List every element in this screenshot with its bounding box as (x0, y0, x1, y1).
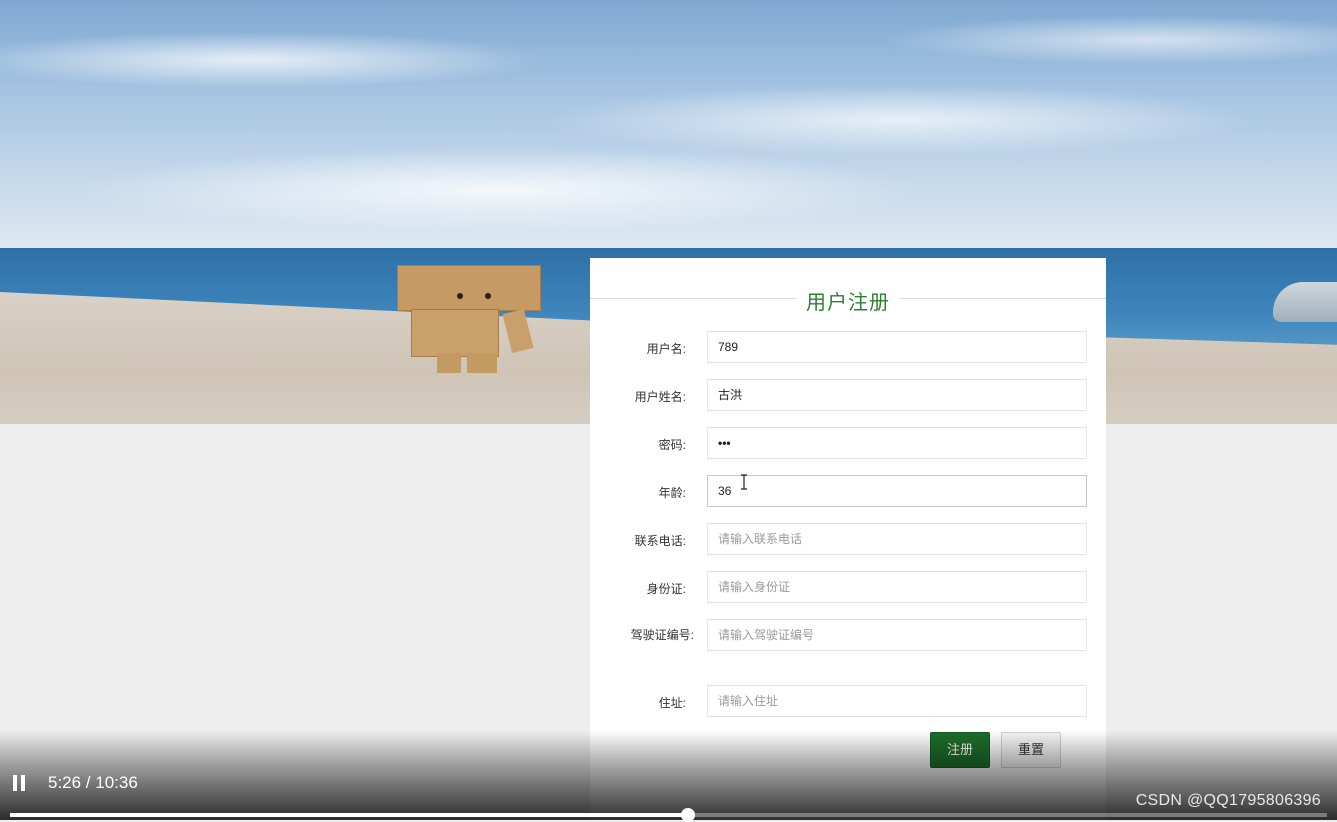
time-display: 5:26 / 10:36 (48, 773, 138, 792)
field-row-license: 驾驶证编号: 请输入驾驶证编号 (590, 619, 1106, 653)
password-input[interactable]: ••• (707, 427, 1087, 459)
field-row-realname: 用户姓名: 古洪 (590, 379, 1106, 413)
realname-input[interactable]: 古洪 (707, 379, 1087, 411)
password-label: 密码: (658, 438, 686, 452)
watermark: CSDN @QQ1795806396 (1135, 792, 1321, 809)
realname-label: 用户姓名: (634, 390, 686, 404)
username-input[interactable]: 789 (707, 331, 1087, 363)
form-title: 用户注册 (796, 292, 900, 314)
sky (0, 0, 1337, 250)
field-row-age: 年龄: 36 (590, 475, 1106, 509)
field-row-password: 密码: ••• (590, 427, 1106, 461)
idcard-input[interactable]: 请输入身份证 (707, 571, 1087, 603)
address-input[interactable]: 请输入住址 (707, 685, 1087, 717)
phone-label: 联系电话: (634, 534, 686, 548)
text-cursor-icon (741, 474, 747, 490)
form-legend: 用户注册 (590, 286, 1106, 314)
field-row-username: 用户名: 789 (590, 331, 1106, 365)
idcard-label: 身份证: (646, 582, 686, 596)
progress-fill (10, 813, 688, 817)
age-label: 年龄: (658, 486, 686, 500)
progress-track[interactable] (10, 813, 1327, 817)
pause-icon[interactable] (12, 775, 26, 791)
address-label: 住址: (658, 696, 686, 710)
field-row-phone: 联系电话: 请输入联系电话 (590, 523, 1106, 557)
license-label: 驾驶证编号: (630, 628, 694, 642)
username-label: 用户名: (646, 342, 686, 356)
age-input[interactable]: 36 (707, 475, 1087, 507)
license-input[interactable]: 请输入驾驶证编号 (707, 619, 1087, 651)
field-row-idcard: 身份证: 请输入身份证 (590, 571, 1106, 605)
field-row-address: 住址: 请输入住址 (590, 685, 1106, 719)
cardboard-robot-figure (395, 265, 545, 375)
phone-input[interactable]: 请输入联系电话 (707, 523, 1087, 555)
